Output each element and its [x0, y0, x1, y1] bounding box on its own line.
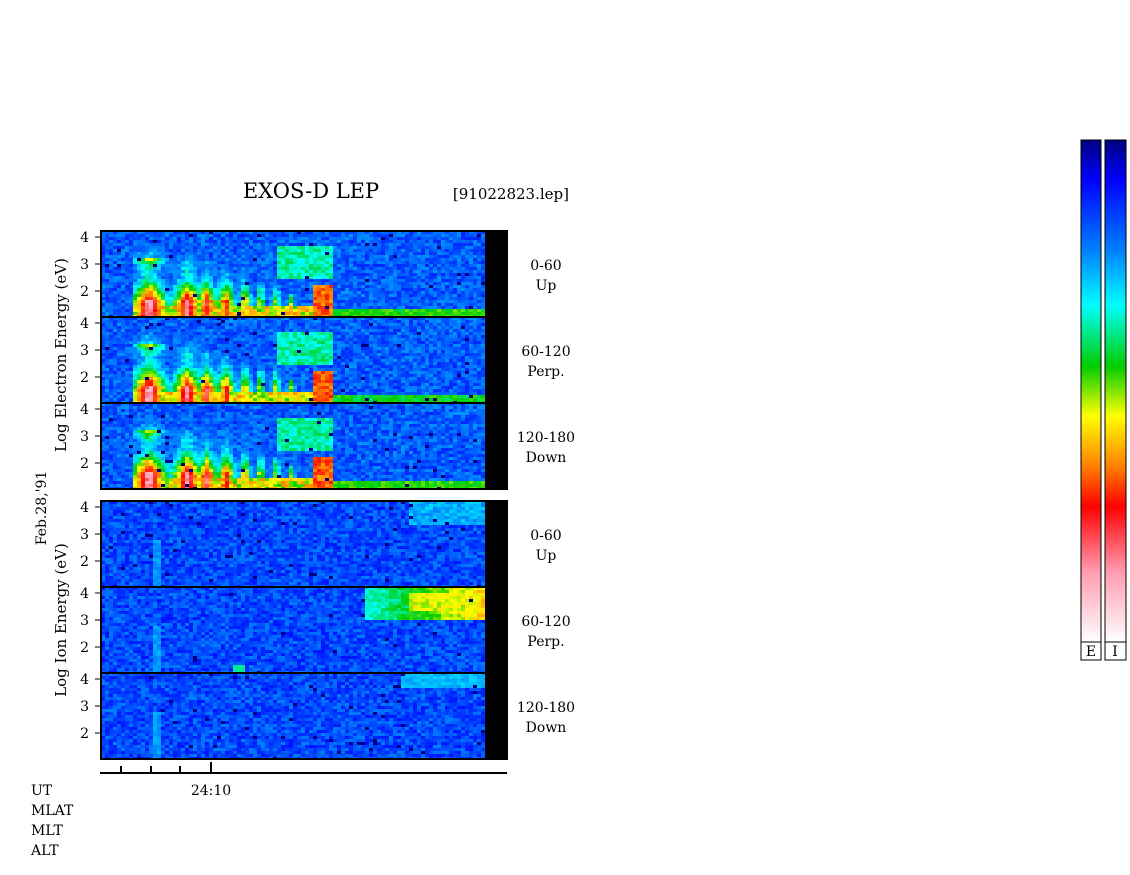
- electron-panel-up: 4 3 2 0-60 Up: [80, 230, 562, 318]
- pitch-angle-label: 60-120: [521, 344, 570, 360]
- y-tick-label: 2: [80, 370, 89, 386]
- heatmap-cells: [101, 501, 485, 588]
- direction-label: Up: [536, 278, 557, 294]
- spectrogram-figure: EXOS-D LEP [91022823.lep] Feb.28,'91 4 3 2…: [30, 139, 1127, 859]
- y-tick-label: 3: [80, 527, 89, 543]
- ion-panel-down: 4 3 2 120-180 Down: [80, 672, 575, 760]
- direction-label: Perp.: [527, 364, 564, 380]
- y-tick-label: 4: [80, 402, 89, 418]
- y-tick-label: 3: [80, 699, 89, 715]
- y-tick-label: 4: [80, 672, 89, 688]
- no-data-band: [485, 673, 507, 759]
- y-tick-label: 2: [80, 554, 89, 570]
- ut-label: UT: [31, 783, 53, 799]
- heatmap-cells: [101, 673, 485, 760]
- heatmap-cells: [101, 403, 485, 490]
- pitch-angle-label: 0-60: [530, 528, 561, 544]
- y-tick-label: 2: [80, 640, 89, 656]
- pitch-angle-label: 60-120: [521, 614, 570, 630]
- no-data-band: [485, 317, 507, 403]
- y-tick-label: 4: [80, 316, 89, 332]
- date-label: Feb.28,'91: [34, 471, 50, 546]
- pitch-angle-label: 120-180: [517, 700, 575, 716]
- spectrogram-panels: 4 3 2 0-60 Up 4 3 2 60-120 Perp. 4 3 2 120-180 Down Log…: [52, 230, 575, 760]
- ion-panel-perp: 4 3 2 60-120 Perp.: [80, 586, 571, 674]
- heatmap-cells: [101, 317, 485, 404]
- ion-panel-up: 4 3 2 0-60 Up: [80, 500, 562, 588]
- y-tick-label: 3: [80, 343, 89, 359]
- time-axis: 24:10: [100, 762, 507, 799]
- electron-colorbar: [1080, 139, 1102, 643]
- heatmap-cells: [101, 231, 485, 318]
- pitch-angle-label: 120-180: [517, 430, 575, 446]
- direction-label: Down: [526, 450, 567, 466]
- y-tick-label: 2: [80, 726, 89, 742]
- electron-panel-perp: 4 3 2 60-120 Perp.: [80, 316, 571, 404]
- y-tick-label: 3: [80, 257, 89, 273]
- direction-label: Up: [536, 548, 557, 564]
- ion-energy-axis-label: Log Ion Energy (eV): [52, 543, 70, 697]
- y-tick-label: 4: [80, 586, 89, 602]
- direction-label: Down: [526, 720, 567, 736]
- ephemeris-labels: UT MLAT MLT ALT: [30, 783, 74, 859]
- colorbars: E I: [1080, 139, 1127, 661]
- heatmap-cells: [101, 587, 485, 674]
- file-label: [91022823.lep]: [453, 185, 569, 203]
- electron-energy-axis-label: Log Electron Energy (eV): [52, 258, 70, 452]
- ion-colorbar-label: I: [1112, 644, 1118, 660]
- y-tick-label: 4: [80, 500, 89, 516]
- y-tick-label: 2: [80, 456, 89, 472]
- no-data-band: [485, 403, 507, 489]
- electron-panel-down: 4 3 2 120-180 Down: [80, 402, 575, 490]
- pitch-angle-label: 0-60: [530, 258, 561, 274]
- alt-label: ALT: [30, 843, 59, 859]
- y-tick-label: 4: [80, 230, 89, 246]
- no-data-band: [485, 231, 507, 317]
- time-tick-label: 24:10: [191, 783, 231, 799]
- no-data-band: [485, 501, 507, 587]
- y-tick-label: 3: [80, 613, 89, 629]
- ion-colorbar: [1104, 139, 1127, 643]
- y-tick-label: 3: [80, 429, 89, 445]
- electron-colorbar-label: E: [1086, 644, 1096, 660]
- mlt-label: MLT: [31, 823, 63, 839]
- no-data-band: [485, 587, 507, 673]
- y-tick-label: 2: [80, 284, 89, 300]
- mlat-label: MLAT: [31, 803, 74, 819]
- chart-title: EXOS-D LEP: [243, 179, 379, 203]
- direction-label: Perp.: [527, 634, 564, 650]
